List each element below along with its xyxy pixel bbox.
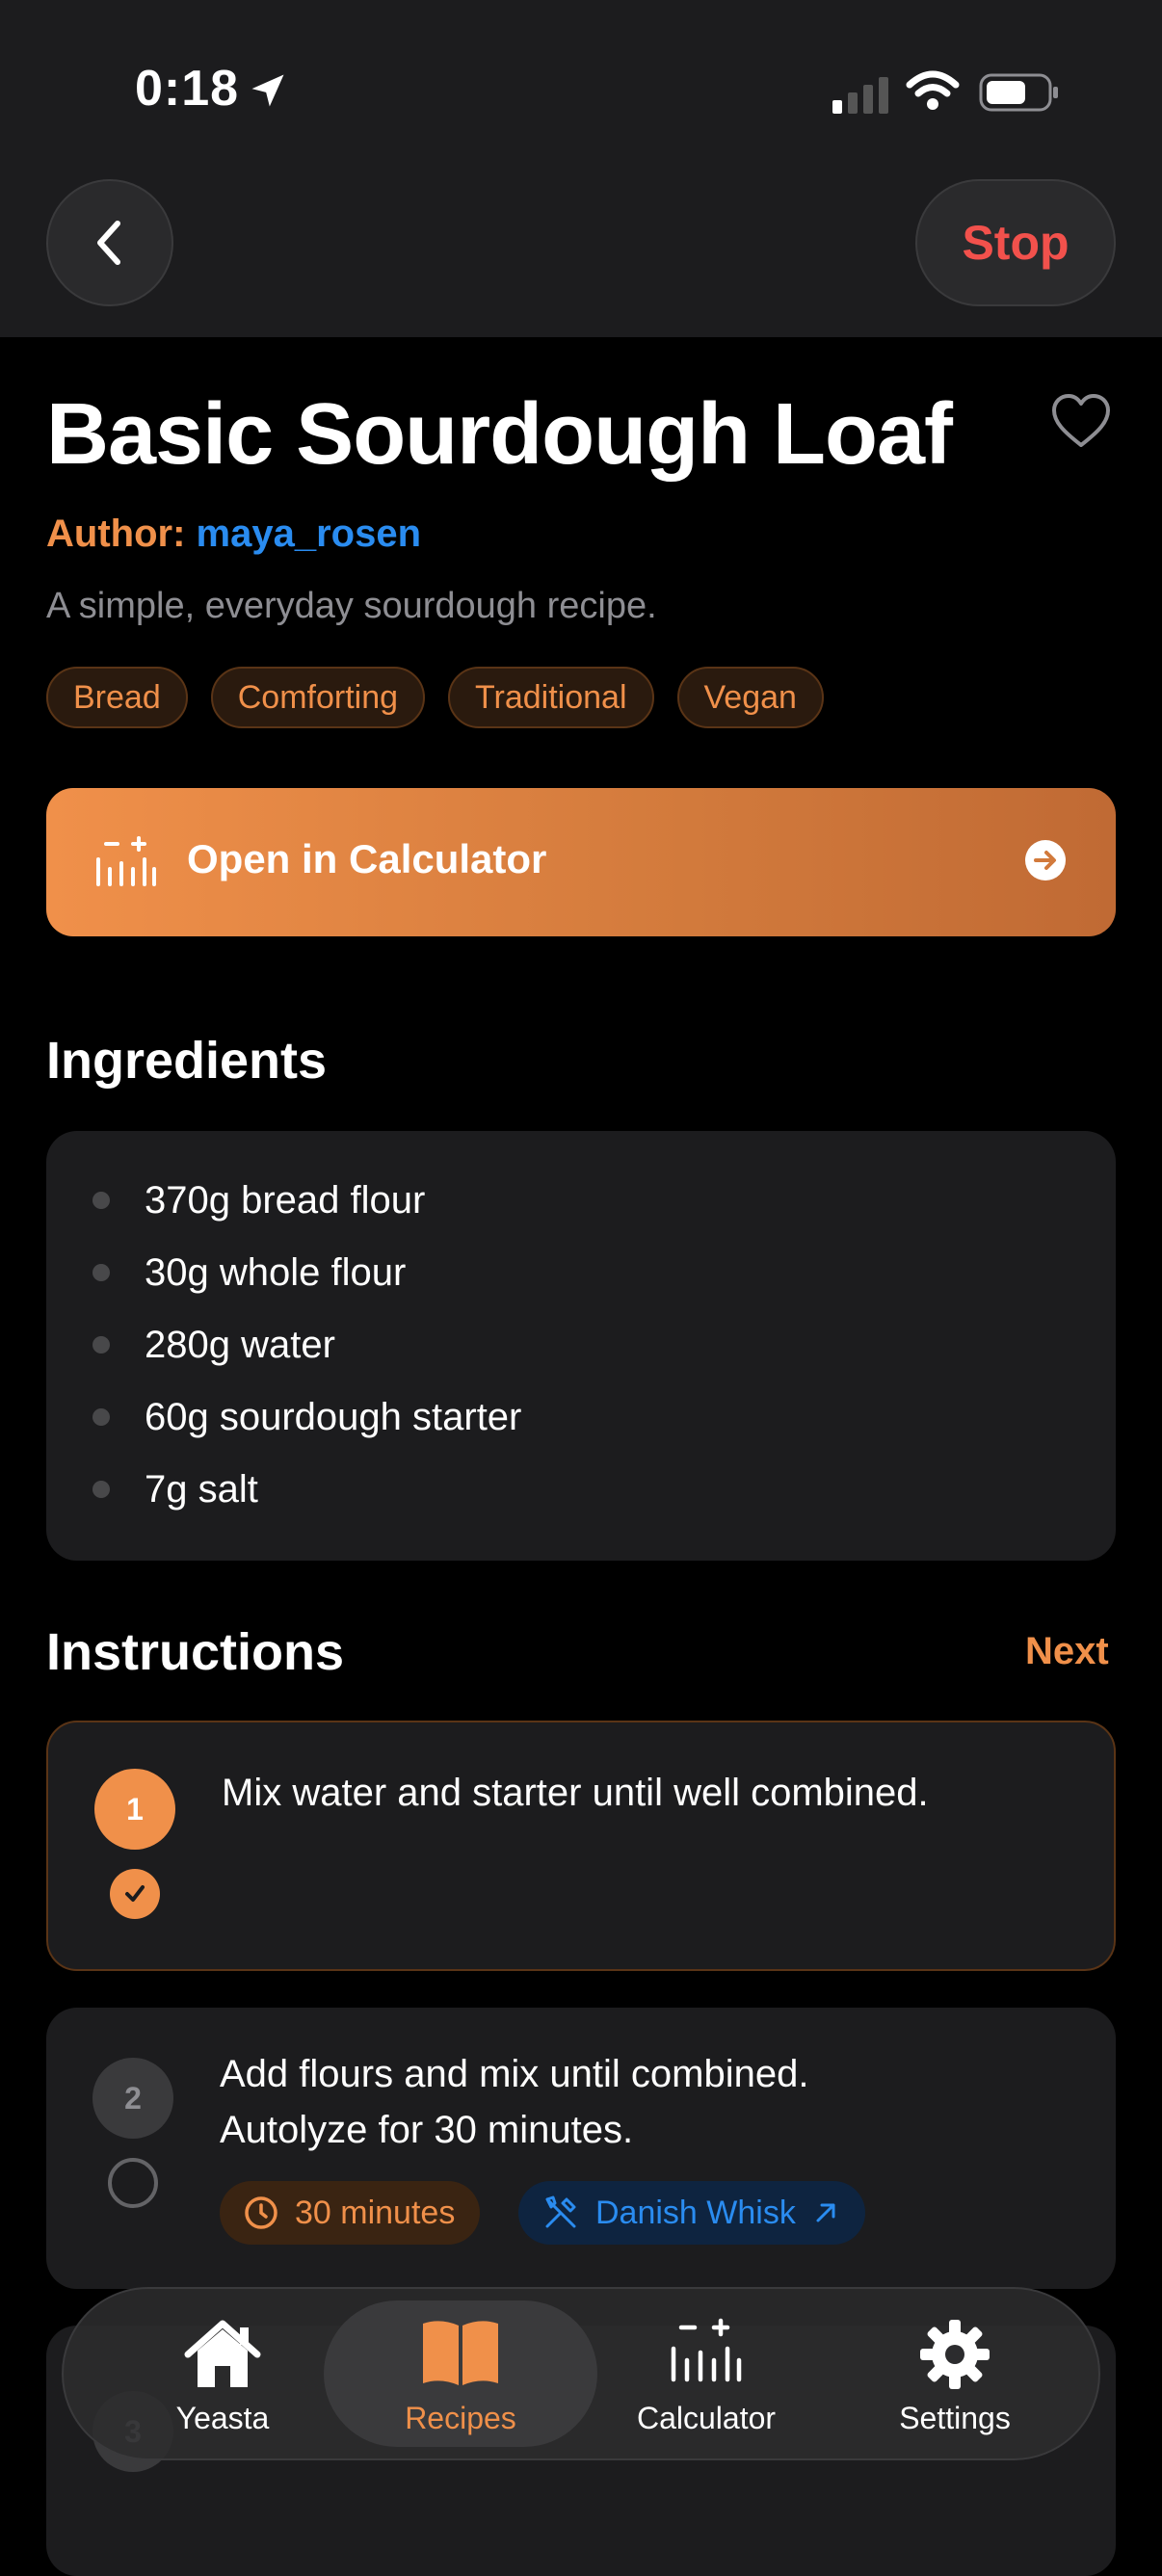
heart-icon[interactable]	[1050, 393, 1112, 449]
step-complete-checkbox[interactable]	[108, 2158, 158, 2208]
open-in-calculator-button[interactable]: Open in Calculator	[46, 788, 1116, 936]
next-step-button[interactable]: Next	[1025, 1630, 1109, 1673]
ingredient-text: 370g bread flour	[145, 1178, 426, 1222]
tab-yeasta[interactable]: Yeasta	[102, 2289, 343, 2458]
ingredient-text: 7g salt	[145, 1467, 258, 1511]
step-text: Add flours and mix until combined. Autol…	[220, 2046, 808, 2158]
timer-label: 30 minutes	[295, 2194, 456, 2231]
tool-link-chip[interactable]: Danish Whisk	[518, 2181, 865, 2245]
tool-label: Danish Whisk	[595, 2194, 796, 2231]
bullet-icon	[92, 1336, 110, 1354]
cellular-signal-icon	[832, 77, 888, 114]
ingredients-card: 370g bread flour 30g whole flour 280g wa…	[46, 1131, 1116, 1561]
tab-label: Settings	[899, 2401, 1011, 2435]
calculator-icon	[96, 836, 156, 886]
timer-chip[interactable]: 30 minutes	[220, 2181, 481, 2245]
arrow-circle-right-icon	[1025, 840, 1066, 881]
ingredient-text: 30g whole flour	[145, 1250, 407, 1294]
step-text-line: Add flours and mix until combined.	[220, 2053, 809, 2095]
instruction-step-2[interactable]: 2 Add flours and mix until combined. Aut…	[46, 2008, 1116, 2289]
bullet-icon	[92, 1481, 110, 1498]
instruction-step-1[interactable]: 1 Mix water and starter until well combi…	[46, 1721, 1116, 1971]
author-link[interactable]: maya_rosen	[197, 513, 421, 555]
tab-label: Recipes	[405, 2401, 516, 2435]
tab-label: Calculator	[636, 2401, 777, 2435]
tag-chip[interactable]: Bread	[46, 667, 188, 728]
chevron-left-icon	[97, 221, 120, 265]
step-text: Mix water and starter until well combine…	[222, 1772, 929, 1814]
status-bar: 0:18	[0, 0, 1162, 173]
tag-list: Bread Comforting Traditional Vegan	[46, 667, 824, 728]
stop-button[interactable]: Stop	[915, 179, 1116, 306]
home-icon	[184, 2320, 261, 2387]
recipe-description: A simple, everyday sourdough recipe.	[46, 586, 657, 626]
tag-chip[interactable]: Traditional	[448, 667, 654, 728]
open-in-calculator-label: Open in Calculator	[187, 836, 547, 881]
tab-label: Yeasta	[175, 2401, 270, 2435]
step-complete-checkbox[interactable]	[110, 1869, 160, 1919]
wifi-icon	[906, 70, 960, 110]
ingredient-text: 280g water	[145, 1323, 335, 1366]
calculator-icon	[671, 2318, 742, 2382]
battery-icon	[979, 73, 1058, 112]
author-prefix: Author:	[46, 513, 186, 555]
author-line: Author: maya_rosen	[46, 513, 421, 556]
tag-chip[interactable]: Vegan	[676, 667, 824, 728]
bullet-icon	[92, 1408, 110, 1426]
book-icon	[423, 2321, 498, 2385]
recipe-title: Basic Sourdough Loaf	[46, 386, 953, 483]
ingredients-heading: Ingredients	[46, 1032, 328, 1090]
bullet-icon	[92, 1192, 110, 1209]
tab-bar: Yeasta Recipes Calculator Settings	[62, 2287, 1100, 2460]
instructions-heading: Instructions	[46, 1623, 345, 1681]
tab-settings[interactable]: Settings	[834, 2289, 1075, 2458]
step-text-line: Autolyze for 30 minutes.	[220, 2109, 634, 2151]
step-number-badge: 1	[94, 1769, 175, 1850]
tab-recipes[interactable]: Recipes	[324, 2289, 597, 2458]
bullet-icon	[92, 1264, 110, 1281]
timer-icon	[245, 2196, 277, 2229]
ingredient-text: 60g sourdough starter	[145, 1395, 522, 1438]
back-button[interactable]	[46, 179, 173, 306]
tools-icon	[545, 2195, 576, 2228]
tab-calculator[interactable]: Calculator	[586, 2289, 827, 2458]
location-arrow-icon	[251, 74, 284, 107]
top-bar: 0:18 Stop	[0, 0, 1162, 337]
checkmark-icon	[125, 1885, 145, 1902]
external-link-arrow-icon	[816, 2203, 835, 2222]
step-number-badge: 2	[92, 2058, 173, 2139]
gear-icon	[920, 2320, 990, 2389]
tag-chip[interactable]: Comforting	[210, 667, 426, 728]
status-time: 0:18	[135, 61, 240, 117]
